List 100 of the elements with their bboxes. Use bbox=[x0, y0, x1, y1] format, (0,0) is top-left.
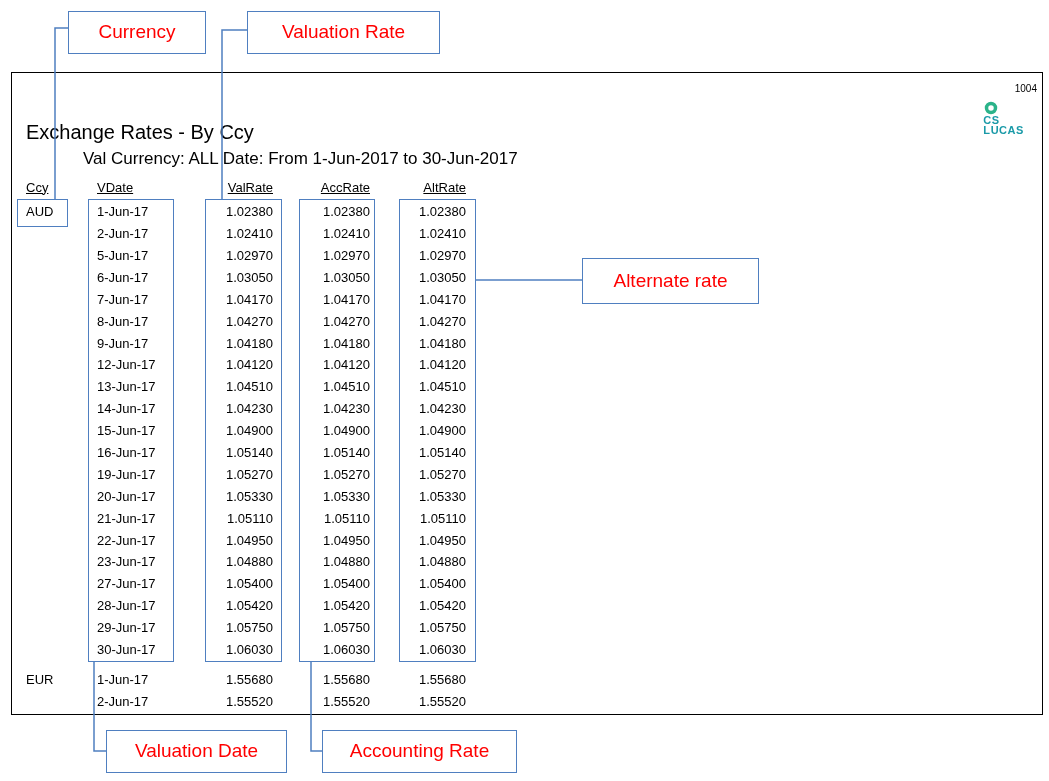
rate-cell: 1.04180 bbox=[323, 335, 370, 351]
date-cell: 14-Jun-17 bbox=[97, 401, 156, 417]
rate-cell: 1.04270 bbox=[419, 313, 466, 329]
date-cell: 9-Jun-17 bbox=[97, 335, 149, 351]
date-cell: 23-Jun-17 bbox=[97, 554, 156, 570]
rate-cell: 1.55520 bbox=[419, 693, 466, 709]
rate-cell: 1.02970 bbox=[419, 247, 466, 263]
report-subtitle: Val Currency: ALL Date: From 1-Jun-2017 to 30-Jun-2017 bbox=[83, 148, 518, 170]
rate-cell: 1.04880 bbox=[419, 554, 466, 570]
callout-label: Alternate rate bbox=[582, 258, 759, 304]
date-cell: 8-Jun-17 bbox=[97, 313, 149, 329]
date-cell: 19-Jun-17 bbox=[97, 466, 156, 482]
rate-cell: 1.04510 bbox=[419, 379, 466, 395]
rate-cell: 1.55680 bbox=[226, 671, 273, 687]
rate-cell: 1.05400 bbox=[226, 576, 273, 592]
rate-cell: 1.04230 bbox=[226, 401, 273, 417]
rate-cell: 1.04170 bbox=[419, 291, 466, 307]
rate-cell: 1.05750 bbox=[226, 620, 273, 636]
rate-cell: 1.05750 bbox=[419, 620, 466, 636]
rate-cell: 1.05330 bbox=[419, 488, 466, 504]
rate-cell: 1.04170 bbox=[323, 291, 370, 307]
date-cell: 2-Jun-17 bbox=[97, 226, 149, 242]
callout-label: Valuation Rate bbox=[247, 11, 440, 54]
rate-cell: 1.04950 bbox=[226, 532, 273, 548]
rate-cell: 1.05270 bbox=[226, 466, 273, 482]
rate-cell: 1.05420 bbox=[323, 598, 370, 614]
date-cell: 2-Jun-17 bbox=[97, 693, 149, 709]
rate-cell: 1.05140 bbox=[323, 445, 370, 460]
rate-cell: 1.02410 bbox=[323, 226, 370, 242]
date-cell: 15-Jun-17 bbox=[97, 423, 156, 439]
rate-cell: 1.05110 bbox=[323, 510, 370, 526]
rate-cell: 1.05140 bbox=[419, 445, 466, 460]
column-header: AltRate bbox=[423, 179, 466, 195]
rate-cell: 1.04900 bbox=[226, 423, 273, 439]
rate-cell: 1.04900 bbox=[323, 423, 370, 439]
rate-cell: 1.05420 bbox=[419, 598, 466, 614]
date-cell: 29-Jun-17 bbox=[97, 620, 156, 636]
page-number: 1004 bbox=[1014, 82, 1037, 96]
column-header: AccRate bbox=[320, 179, 370, 195]
date-cell: 6-Jun-17 bbox=[97, 269, 149, 285]
date-cell: 16-Jun-17 bbox=[97, 445, 156, 460]
date-cell: 27-Jun-17 bbox=[97, 576, 156, 592]
rate-cell: 1.05330 bbox=[226, 488, 273, 504]
rate-cell: 1.05110 bbox=[419, 510, 466, 526]
rate-cell: 1.03050 bbox=[226, 269, 273, 285]
rate-cell: 1.04120 bbox=[226, 357, 273, 373]
rate-cell: 1.04230 bbox=[419, 401, 466, 417]
rate-cell: 1.02380 bbox=[226, 204, 273, 220]
date-cell: 21-Jun-17 bbox=[97, 510, 156, 526]
date-cell: 30-Jun-17 bbox=[97, 642, 156, 657]
column-header: ValRate bbox=[227, 179, 273, 195]
rate-cell: 1.04180 bbox=[419, 335, 466, 351]
rate-cell: 1.03050 bbox=[323, 269, 370, 285]
rate-cell: 1.06030 bbox=[226, 642, 273, 657]
rate-cell: 1.06030 bbox=[419, 642, 466, 657]
rate-cell: 1.04180 bbox=[226, 335, 273, 351]
rate-cell: 1.55680 bbox=[419, 671, 466, 687]
rate-cell: 1.05400 bbox=[419, 576, 466, 592]
date-cell: 7-Jun-17 bbox=[97, 291, 149, 307]
rate-cell: 1.02410 bbox=[226, 226, 273, 242]
rate-cell: 1.04230 bbox=[323, 401, 370, 417]
rate-cell: 1.05110 bbox=[226, 510, 273, 526]
rate-cell: 1.05270 bbox=[323, 466, 370, 482]
date-cell: 12-Jun-17 bbox=[97, 357, 156, 373]
rate-cell: 1.04880 bbox=[226, 554, 273, 570]
logo-text: CS LUCAS bbox=[983, 115, 1024, 135]
rate-cell: 1.05750 bbox=[323, 620, 370, 636]
callout-label: Accounting Rate bbox=[322, 730, 517, 773]
rate-cell: 1.04270 bbox=[323, 313, 370, 329]
rate-cell: 1.02380 bbox=[323, 204, 370, 220]
currency-cell: EUR bbox=[26, 671, 54, 687]
rate-cell: 1.55520 bbox=[323, 693, 370, 709]
rate-cell: 1.03050 bbox=[419, 269, 466, 285]
rate-cell: 1.55680 bbox=[323, 671, 370, 687]
rate-cell: 1.05420 bbox=[226, 598, 273, 614]
rate-cell: 1.02410 bbox=[419, 226, 466, 242]
rate-cell: 1.04900 bbox=[419, 423, 466, 439]
rate-cell: 1.02970 bbox=[226, 247, 273, 263]
callout-label: Valuation Date bbox=[106, 730, 287, 773]
rate-cell: 1.04950 bbox=[323, 532, 370, 548]
date-cell: 5-Jun-17 bbox=[97, 247, 149, 263]
date-cell: 13-Jun-17 bbox=[97, 379, 156, 395]
column-header: Ccy bbox=[26, 179, 49, 195]
report-title: Exchange Rates - By Ccy bbox=[26, 120, 254, 145]
rate-cell: 1.04170 bbox=[226, 291, 273, 307]
rate-cell: 1.04270 bbox=[226, 313, 273, 329]
date-cell: 20-Jun-17 bbox=[97, 488, 156, 504]
rate-cell: 1.04510 bbox=[226, 379, 273, 395]
date-cell: 1-Jun-17 bbox=[97, 204, 149, 220]
rate-cell: 1.04120 bbox=[323, 357, 370, 373]
rate-cell: 1.02380 bbox=[419, 204, 466, 220]
rate-cell: 1.04120 bbox=[419, 357, 466, 373]
callout-label: Currency bbox=[68, 11, 206, 54]
rate-cell: 1.05270 bbox=[419, 466, 466, 482]
currency-cell: AUD bbox=[26, 204, 54, 220]
rate-cell: 1.04950 bbox=[419, 532, 466, 548]
rate-cell: 1.02970 bbox=[323, 247, 370, 263]
rate-cell: 1.05330 bbox=[323, 488, 370, 504]
rate-cell: 1.05140 bbox=[226, 445, 273, 460]
date-cell: 22-Jun-17 bbox=[97, 532, 156, 548]
